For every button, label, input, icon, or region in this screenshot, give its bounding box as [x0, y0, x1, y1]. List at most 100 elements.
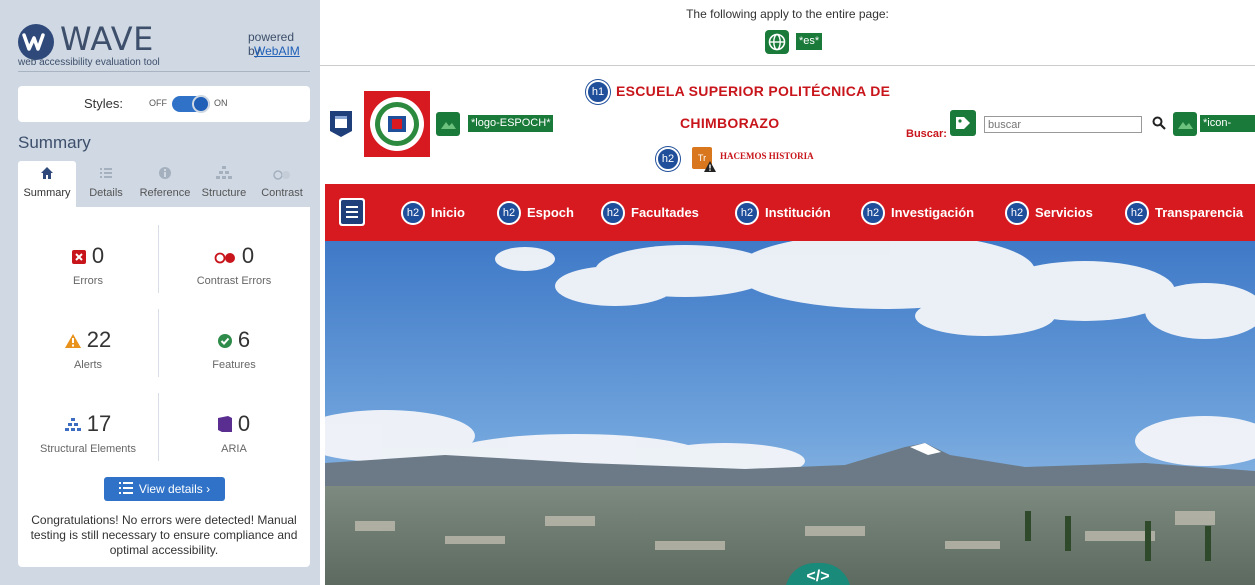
wave-brand: WAVE web accessibility evaluation tool p…: [18, 20, 310, 72]
wave-logo-text: WAVE: [60, 20, 154, 58]
stat-features[interactable]: 6 Features: [158, 325, 310, 371]
stat-features-value: 6: [158, 325, 310, 355]
tab-label: Reference: [139, 187, 191, 199]
evaluated-page: The following apply to the entire page: …: [320, 0, 1255, 585]
summary-panel: 0 Errors 0 Contrast Errors 22 Alerts 6 F…: [18, 207, 310, 567]
tab-label: Details: [89, 187, 123, 199]
region-icon[interactable]: [330, 111, 352, 137]
h2-badge: h2: [735, 201, 759, 225]
features-count: 6: [237, 327, 251, 352]
image-alt-icon[interactable]: [1173, 112, 1197, 136]
logo-alt-tag: *logo-ESPOCH*: [468, 115, 554, 132]
error-icon: [71, 242, 86, 272]
congrats-message: Congratulations! No errors were detected…: [30, 513, 298, 557]
stat-structural-value: 17: [18, 409, 158, 439]
info-icon: [136, 165, 194, 187]
text-transform-alert-icon[interactable]: Tr: [692, 147, 716, 173]
language-globe-icon[interactable]: [765, 30, 789, 54]
view-details-button[interactable]: View details ›: [104, 477, 225, 501]
structural-count: 17: [86, 411, 112, 436]
icon-buscar-alt-tag: *icon-buscar: [1200, 115, 1255, 146]
contrast-error-icon: [214, 242, 236, 272]
site-title-line1: ESCUELA SUPERIOR POLITÉCNICA DE: [616, 83, 891, 99]
errors-count: 0: [91, 243, 105, 268]
stat-alerts[interactable]: 22 Alerts: [18, 325, 158, 371]
tab-details[interactable]: Details: [80, 161, 132, 207]
tab-structure[interactable]: Structure: [196, 161, 252, 207]
motto-text: HACEMOS HISTORIA: [720, 151, 814, 161]
h2-badge: h2: [861, 201, 885, 225]
applies-text: The following apply to the entire page:: [686, 7, 889, 21]
page-wide-icons: The following apply to the entire page: …: [320, 0, 1255, 66]
search-icon[interactable]: [1152, 116, 1166, 130]
aria-label: ARIA: [221, 443, 247, 455]
wave-logo-icon: [18, 24, 54, 60]
stat-alerts-value: 22: [18, 325, 158, 355]
errors-label: Errors: [73, 275, 103, 287]
stat-errors[interactable]: 0 Errors: [18, 241, 158, 287]
image-alt-icon[interactable]: [436, 112, 460, 136]
view-details-label: View details ›: [138, 482, 211, 496]
tab-reference[interactable]: Reference: [136, 161, 194, 207]
stat-aria-value: 0: [158, 409, 310, 439]
wave-tagline: web accessibility evaluation tool: [18, 57, 160, 68]
home-icon: [18, 165, 76, 187]
aria-icon: [217, 410, 232, 440]
features-label: Features: [212, 359, 256, 371]
styles-toggle-box: Styles: OFF ON: [18, 86, 310, 122]
toggle-knob: [192, 95, 210, 113]
styles-on-label: ON: [214, 98, 228, 108]
aria-count: 0: [237, 411, 251, 436]
nav-label: Institución: [765, 205, 831, 220]
h1-badge[interactable]: h1: [586, 80, 610, 104]
nav-label: Transparencia: [1155, 205, 1244, 220]
stat-contrast-errors[interactable]: 0 Contrast Errors: [158, 241, 310, 287]
tab-contrast[interactable]: Contrast: [254, 161, 310, 207]
structure-icon: [196, 165, 252, 187]
webaim-link[interactable]: WebAIM: [254, 44, 300, 58]
contrast-icon: [254, 165, 310, 187]
main-navigation: h2 Inicio h2 Espoch h2 Facultades h2 Institu…: [325, 184, 1255, 241]
feature-check-icon: [217, 326, 232, 356]
alerts-label: Alerts: [73, 359, 103, 371]
h2-badge[interactable]: h2: [656, 147, 680, 171]
search-input[interactable]: [984, 116, 1142, 133]
contrast-errors-count: 0: [241, 243, 255, 268]
h2-badge: h2: [497, 201, 521, 225]
stat-contrast-value: 0: [158, 241, 310, 271]
tab-label: Structure: [201, 187, 247, 199]
structure-icon: [64, 410, 81, 440]
styles-toggle[interactable]: [172, 95, 210, 113]
stat-aria[interactable]: 0 ARIA: [158, 409, 310, 455]
nav-label: Servicios: [1035, 205, 1093, 220]
list-icon: [80, 165, 132, 187]
tab-label: Contrast: [261, 187, 303, 199]
h2-badge: h2: [601, 201, 625, 225]
nav-label: Facultades: [631, 205, 699, 220]
alert-icon: [64, 326, 81, 356]
list-icon: [118, 478, 133, 502]
screen: WAVE web accessibility evaluation tool p…: [0, 0, 1255, 585]
language-tag: *es*: [796, 33, 823, 50]
site-title-line2: CHIMBORAZO: [680, 115, 780, 131]
label-tag-icon[interactable]: [950, 110, 976, 136]
stat-errors-value: 0: [18, 241, 158, 271]
h2-badge: h2: [401, 201, 425, 225]
nav-region-icon[interactable]: [339, 198, 365, 226]
stat-structural[interactable]: 17 Structural Elements: [18, 409, 158, 455]
h2-badge: h2: [1005, 201, 1029, 225]
h2-badge: h2: [1125, 201, 1149, 225]
nav-label: Espoch: [527, 205, 574, 220]
summary-heading: Summary: [18, 133, 91, 152]
tab-label: Summary: [23, 187, 71, 199]
styles-off-label: OFF: [149, 98, 167, 108]
wave-tabs: Summary Details Reference Structure Cont…: [18, 161, 310, 207]
tab-summary[interactable]: Summary: [18, 161, 76, 207]
alerts-count: 22: [86, 327, 112, 352]
structural-label: Structural Elements: [40, 443, 136, 455]
nav-label: Inicio: [431, 205, 465, 220]
nav-label: Investigación: [891, 205, 975, 220]
espoch-logo[interactable]: [364, 91, 430, 157]
styles-label: Styles:: [84, 96, 124, 111]
site-header: *logo-ESPOCH* h1 ESCUELA SUPERIOR POLITÉ…: [320, 67, 1255, 183]
